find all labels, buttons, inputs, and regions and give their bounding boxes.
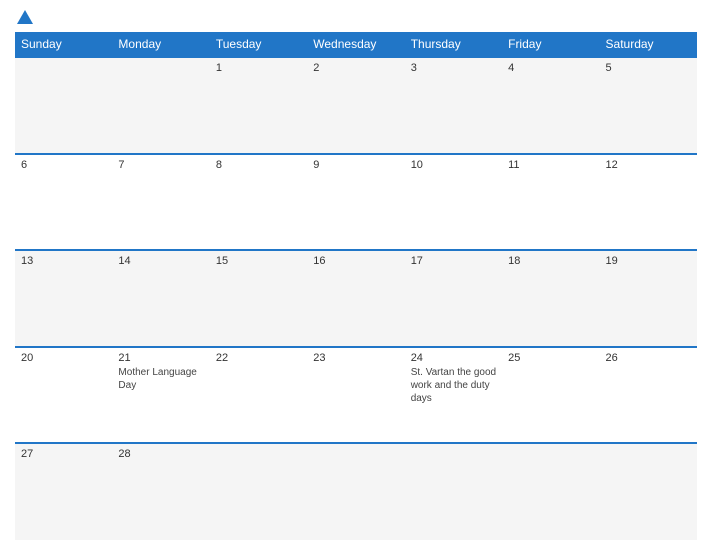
weekday-header-friday: Friday	[502, 32, 599, 57]
day-number: 11	[508, 159, 593, 171]
day-number: 25	[508, 352, 593, 364]
weekday-header-tuesday: Tuesday	[210, 32, 307, 57]
weekday-header-sunday: Sunday	[15, 32, 112, 57]
day-cell: 13	[15, 250, 112, 347]
day-number: 23	[313, 352, 398, 364]
day-number: 16	[313, 255, 398, 267]
day-cell	[307, 443, 404, 540]
day-cell: 8	[210, 154, 307, 251]
logo-triangle-icon	[17, 10, 33, 24]
logo-row	[15, 10, 33, 24]
day-cell: 20	[15, 347, 112, 444]
day-cell	[210, 443, 307, 540]
day-number: 9	[313, 159, 398, 171]
day-number: 26	[606, 352, 691, 364]
day-cell: 16	[307, 250, 404, 347]
weekday-header-row: SundayMondayTuesdayWednesdayThursdayFrid…	[15, 32, 697, 57]
day-cell: 26	[600, 347, 697, 444]
week-row-2: 67 89 10 11 12	[15, 154, 697, 251]
weekday-header-thursday: Thursday	[405, 32, 502, 57]
day-number: 5	[606, 62, 691, 74]
week-row-1: 12 34 5	[15, 57, 697, 154]
day-cell: 3	[405, 57, 502, 154]
day-number: 21	[118, 352, 203, 364]
day-number: 6	[21, 159, 106, 171]
weekday-header-saturday: Saturday	[600, 32, 697, 57]
day-number: 14	[118, 255, 203, 267]
week-row-4: 20 21 Mother Language Day 22 23 24 St. Vartan …	[15, 347, 697, 444]
day-cell: 1	[210, 57, 307, 154]
day-number: 12	[606, 159, 691, 171]
day-cell: 12	[600, 154, 697, 251]
day-cell	[15, 57, 112, 154]
week-row-5: 27 28	[15, 443, 697, 540]
day-cell: 17	[405, 250, 502, 347]
calendar-table: SundayMondayTuesdayWednesdayThursdayFrid…	[15, 32, 697, 540]
day-number: 18	[508, 255, 593, 267]
day-number: 19	[606, 255, 691, 267]
day-number: 17	[411, 255, 496, 267]
day-cell: 28	[112, 443, 209, 540]
day-cell	[405, 443, 502, 540]
day-cell: 7	[112, 154, 209, 251]
logo	[15, 10, 33, 24]
day-number: 1	[216, 62, 301, 74]
day-cell: 5	[600, 57, 697, 154]
day-number: 28	[118, 448, 203, 460]
day-cell	[502, 443, 599, 540]
day-cell: 2	[307, 57, 404, 154]
day-event: St. Vartan the good work and the duty da…	[411, 367, 496, 404]
calendar-page: SundayMondayTuesdayWednesdayThursdayFrid…	[0, 0, 712, 550]
day-number: 13	[21, 255, 106, 267]
calendar-header	[15, 10, 697, 24]
day-cell: 22	[210, 347, 307, 444]
day-cell: 18	[502, 250, 599, 347]
day-cell: 11	[502, 154, 599, 251]
weekday-header-monday: Monday	[112, 32, 209, 57]
day-cell: 19	[600, 250, 697, 347]
day-cell: 21 Mother Language Day	[112, 347, 209, 444]
day-number: 27	[21, 448, 106, 460]
day-number: 2	[313, 62, 398, 74]
day-number: 15	[216, 255, 301, 267]
day-number: 22	[216, 352, 301, 364]
day-number: 24	[411, 352, 496, 364]
day-cell: 24 St. Vartan the good work and the duty …	[405, 347, 502, 444]
day-cell: 4	[502, 57, 599, 154]
day-cell	[600, 443, 697, 540]
week-row-3: 13 14 15 16 17 18 19	[15, 250, 697, 347]
day-cell: 14	[112, 250, 209, 347]
logo-inner	[15, 10, 33, 24]
day-number: 7	[118, 159, 203, 171]
day-cell: 25	[502, 347, 599, 444]
day-cell: 27	[15, 443, 112, 540]
day-cell: 15	[210, 250, 307, 347]
weekday-header-wednesday: Wednesday	[307, 32, 404, 57]
day-cell	[112, 57, 209, 154]
day-event: Mother Language Day	[118, 367, 196, 391]
day-cell: 6	[15, 154, 112, 251]
day-cell: 9	[307, 154, 404, 251]
day-number: 20	[21, 352, 106, 364]
day-cell: 23	[307, 347, 404, 444]
day-number: 3	[411, 62, 496, 74]
day-number: 4	[508, 62, 593, 74]
day-number: 8	[216, 159, 301, 171]
day-number: 10	[411, 159, 496, 171]
day-cell: 10	[405, 154, 502, 251]
